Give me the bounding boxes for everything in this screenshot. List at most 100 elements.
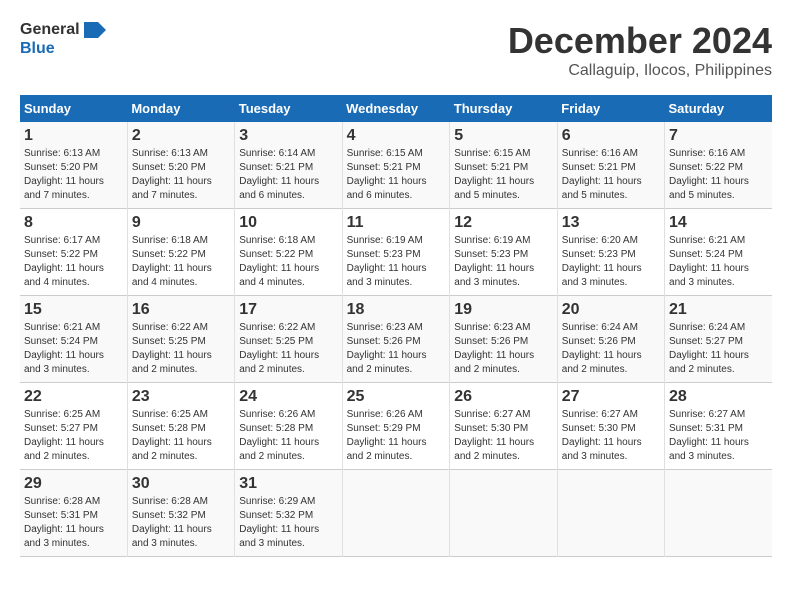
day-info: Sunrise: 6:21 AM Sunset: 5:24 PM Dayligh… bbox=[24, 321, 123, 377]
calendar-cell: 1 Sunrise: 6:13 AM Sunset: 5:20 PM Dayli… bbox=[20, 122, 127, 209]
calendar-cell bbox=[665, 470, 772, 557]
calendar-cell bbox=[557, 470, 664, 557]
day-info: Sunrise: 6:25 AM Sunset: 5:27 PM Dayligh… bbox=[24, 408, 123, 464]
calendar-cell: 30 Sunrise: 6:28 AM Sunset: 5:32 PM Dayl… bbox=[127, 470, 234, 557]
calendar-cell: 19 Sunrise: 6:23 AM Sunset: 5:26 PM Dayl… bbox=[450, 296, 557, 383]
day-number: 27 bbox=[562, 388, 660, 406]
calendar-cell: 28 Sunrise: 6:27 AM Sunset: 5:31 PM Dayl… bbox=[665, 383, 772, 470]
calendar-cell: 4 Sunrise: 6:15 AM Sunset: 5:21 PM Dayli… bbox=[342, 122, 450, 209]
header: General Blue December 2024 Callaguip, Il… bbox=[20, 20, 772, 80]
calendar-table: Sunday Monday Tuesday Wednesday Thursday… bbox=[20, 95, 772, 557]
calendar-cell bbox=[450, 470, 557, 557]
day-number: 29 bbox=[24, 475, 123, 493]
header-sunday: Sunday bbox=[20, 95, 127, 122]
calendar-cell: 15 Sunrise: 6:21 AM Sunset: 5:24 PM Dayl… bbox=[20, 296, 127, 383]
day-number: 8 bbox=[24, 214, 123, 232]
day-number: 2 bbox=[132, 127, 230, 145]
calendar-cell: 23 Sunrise: 6:25 AM Sunset: 5:28 PM Dayl… bbox=[127, 383, 234, 470]
calendar-cell bbox=[342, 470, 450, 557]
day-info: Sunrise: 6:19 AM Sunset: 5:23 PM Dayligh… bbox=[347, 234, 446, 290]
day-number: 28 bbox=[669, 388, 768, 406]
day-number: 3 bbox=[239, 127, 337, 145]
calendar-subtitle: Callaguip, Ilocos, Philippines bbox=[508, 62, 772, 80]
header-friday: Friday bbox=[557, 95, 664, 122]
calendar-cell: 24 Sunrise: 6:26 AM Sunset: 5:28 PM Dayl… bbox=[235, 383, 342, 470]
header-row: Sunday Monday Tuesday Wednesday Thursday… bbox=[20, 95, 772, 122]
day-number: 15 bbox=[24, 301, 123, 319]
day-number: 19 bbox=[454, 301, 552, 319]
day-info: Sunrise: 6:15 AM Sunset: 5:21 PM Dayligh… bbox=[454, 147, 552, 203]
day-info: Sunrise: 6:17 AM Sunset: 5:22 PM Dayligh… bbox=[24, 234, 123, 290]
calendar-cell: 29 Sunrise: 6:28 AM Sunset: 5:31 PM Dayl… bbox=[20, 470, 127, 557]
day-number: 10 bbox=[239, 214, 337, 232]
calendar-cell: 31 Sunrise: 6:29 AM Sunset: 5:32 PM Dayl… bbox=[235, 470, 342, 557]
calendar-cell: 21 Sunrise: 6:24 AM Sunset: 5:27 PM Dayl… bbox=[665, 296, 772, 383]
day-info: Sunrise: 6:29 AM Sunset: 5:32 PM Dayligh… bbox=[239, 495, 337, 551]
calendar-cell: 9 Sunrise: 6:18 AM Sunset: 5:22 PM Dayli… bbox=[127, 209, 234, 296]
calendar-cell: 2 Sunrise: 6:13 AM Sunset: 5:20 PM Dayli… bbox=[127, 122, 234, 209]
header-monday: Monday bbox=[127, 95, 234, 122]
calendar-week-5: 29 Sunrise: 6:28 AM Sunset: 5:31 PM Dayl… bbox=[20, 470, 772, 557]
day-info: Sunrise: 6:24 AM Sunset: 5:27 PM Dayligh… bbox=[669, 321, 768, 377]
header-thursday: Thursday bbox=[450, 95, 557, 122]
day-info: Sunrise: 6:21 AM Sunset: 5:24 PM Dayligh… bbox=[669, 234, 768, 290]
day-info: Sunrise: 6:23 AM Sunset: 5:26 PM Dayligh… bbox=[454, 321, 552, 377]
day-number: 9 bbox=[132, 214, 230, 232]
day-info: Sunrise: 6:13 AM Sunset: 5:20 PM Dayligh… bbox=[24, 147, 123, 203]
day-info: Sunrise: 6:18 AM Sunset: 5:22 PM Dayligh… bbox=[239, 234, 337, 290]
day-info: Sunrise: 6:14 AM Sunset: 5:21 PM Dayligh… bbox=[239, 147, 337, 203]
day-number: 13 bbox=[562, 214, 660, 232]
day-info: Sunrise: 6:16 AM Sunset: 5:21 PM Dayligh… bbox=[562, 147, 660, 203]
calendar-cell: 10 Sunrise: 6:18 AM Sunset: 5:22 PM Dayl… bbox=[235, 209, 342, 296]
day-number: 1 bbox=[24, 127, 123, 145]
logo: General Blue bbox=[20, 20, 106, 58]
calendar-title: December 2024 bbox=[508, 20, 772, 62]
day-number: 14 bbox=[669, 214, 768, 232]
day-number: 23 bbox=[132, 388, 230, 406]
calendar-cell: 3 Sunrise: 6:14 AM Sunset: 5:21 PM Dayli… bbox=[235, 122, 342, 209]
calendar-cell: 12 Sunrise: 6:19 AM Sunset: 5:23 PM Dayl… bbox=[450, 209, 557, 296]
day-info: Sunrise: 6:27 AM Sunset: 5:30 PM Dayligh… bbox=[562, 408, 660, 464]
day-info: Sunrise: 6:16 AM Sunset: 5:22 PM Dayligh… bbox=[669, 147, 768, 203]
calendar-cell: 25 Sunrise: 6:26 AM Sunset: 5:29 PM Dayl… bbox=[342, 383, 450, 470]
day-info: Sunrise: 6:18 AM Sunset: 5:22 PM Dayligh… bbox=[132, 234, 230, 290]
calendar-cell: 27 Sunrise: 6:27 AM Sunset: 5:30 PM Dayl… bbox=[557, 383, 664, 470]
calendar-cell: 16 Sunrise: 6:22 AM Sunset: 5:25 PM Dayl… bbox=[127, 296, 234, 383]
calendar-week-4: 22 Sunrise: 6:25 AM Sunset: 5:27 PM Dayl… bbox=[20, 383, 772, 470]
calendar-week-2: 8 Sunrise: 6:17 AM Sunset: 5:22 PM Dayli… bbox=[20, 209, 772, 296]
day-info: Sunrise: 6:27 AM Sunset: 5:31 PM Dayligh… bbox=[669, 408, 768, 464]
day-info: Sunrise: 6:26 AM Sunset: 5:28 PM Dayligh… bbox=[239, 408, 337, 464]
day-number: 25 bbox=[347, 388, 446, 406]
day-number: 4 bbox=[347, 127, 446, 145]
calendar-cell: 20 Sunrise: 6:24 AM Sunset: 5:26 PM Dayl… bbox=[557, 296, 664, 383]
calendar-cell: 26 Sunrise: 6:27 AM Sunset: 5:30 PM Dayl… bbox=[450, 383, 557, 470]
header-saturday: Saturday bbox=[665, 95, 772, 122]
day-info: Sunrise: 6:22 AM Sunset: 5:25 PM Dayligh… bbox=[132, 321, 230, 377]
day-number: 18 bbox=[347, 301, 446, 319]
title-section: December 2024 Callaguip, Ilocos, Philipp… bbox=[508, 20, 772, 80]
day-number: 5 bbox=[454, 127, 552, 145]
day-info: Sunrise: 6:26 AM Sunset: 5:29 PM Dayligh… bbox=[347, 408, 446, 464]
calendar-cell: 11 Sunrise: 6:19 AM Sunset: 5:23 PM Dayl… bbox=[342, 209, 450, 296]
day-info: Sunrise: 6:15 AM Sunset: 5:21 PM Dayligh… bbox=[347, 147, 446, 203]
day-info: Sunrise: 6:13 AM Sunset: 5:20 PM Dayligh… bbox=[132, 147, 230, 203]
day-info: Sunrise: 6:25 AM Sunset: 5:28 PM Dayligh… bbox=[132, 408, 230, 464]
calendar-week-1: 1 Sunrise: 6:13 AM Sunset: 5:20 PM Dayli… bbox=[20, 122, 772, 209]
calendar-cell: 8 Sunrise: 6:17 AM Sunset: 5:22 PM Dayli… bbox=[20, 209, 127, 296]
day-number: 7 bbox=[669, 127, 768, 145]
calendar-cell: 13 Sunrise: 6:20 AM Sunset: 5:23 PM Dayl… bbox=[557, 209, 664, 296]
calendar-cell: 6 Sunrise: 6:16 AM Sunset: 5:21 PM Dayli… bbox=[557, 122, 664, 209]
day-info: Sunrise: 6:28 AM Sunset: 5:31 PM Dayligh… bbox=[24, 495, 123, 551]
calendar-cell: 22 Sunrise: 6:25 AM Sunset: 5:27 PM Dayl… bbox=[20, 383, 127, 470]
day-info: Sunrise: 6:28 AM Sunset: 5:32 PM Dayligh… bbox=[132, 495, 230, 551]
day-info: Sunrise: 6:27 AM Sunset: 5:30 PM Dayligh… bbox=[454, 408, 552, 464]
day-number: 26 bbox=[454, 388, 552, 406]
day-info: Sunrise: 6:20 AM Sunset: 5:23 PM Dayligh… bbox=[562, 234, 660, 290]
day-number: 11 bbox=[347, 214, 446, 232]
calendar-cell: 18 Sunrise: 6:23 AM Sunset: 5:26 PM Dayl… bbox=[342, 296, 450, 383]
day-number: 22 bbox=[24, 388, 123, 406]
day-info: Sunrise: 6:19 AM Sunset: 5:23 PM Dayligh… bbox=[454, 234, 552, 290]
day-info: Sunrise: 6:22 AM Sunset: 5:25 PM Dayligh… bbox=[239, 321, 337, 377]
calendar-cell: 7 Sunrise: 6:16 AM Sunset: 5:22 PM Dayli… bbox=[665, 122, 772, 209]
header-wednesday: Wednesday bbox=[342, 95, 450, 122]
